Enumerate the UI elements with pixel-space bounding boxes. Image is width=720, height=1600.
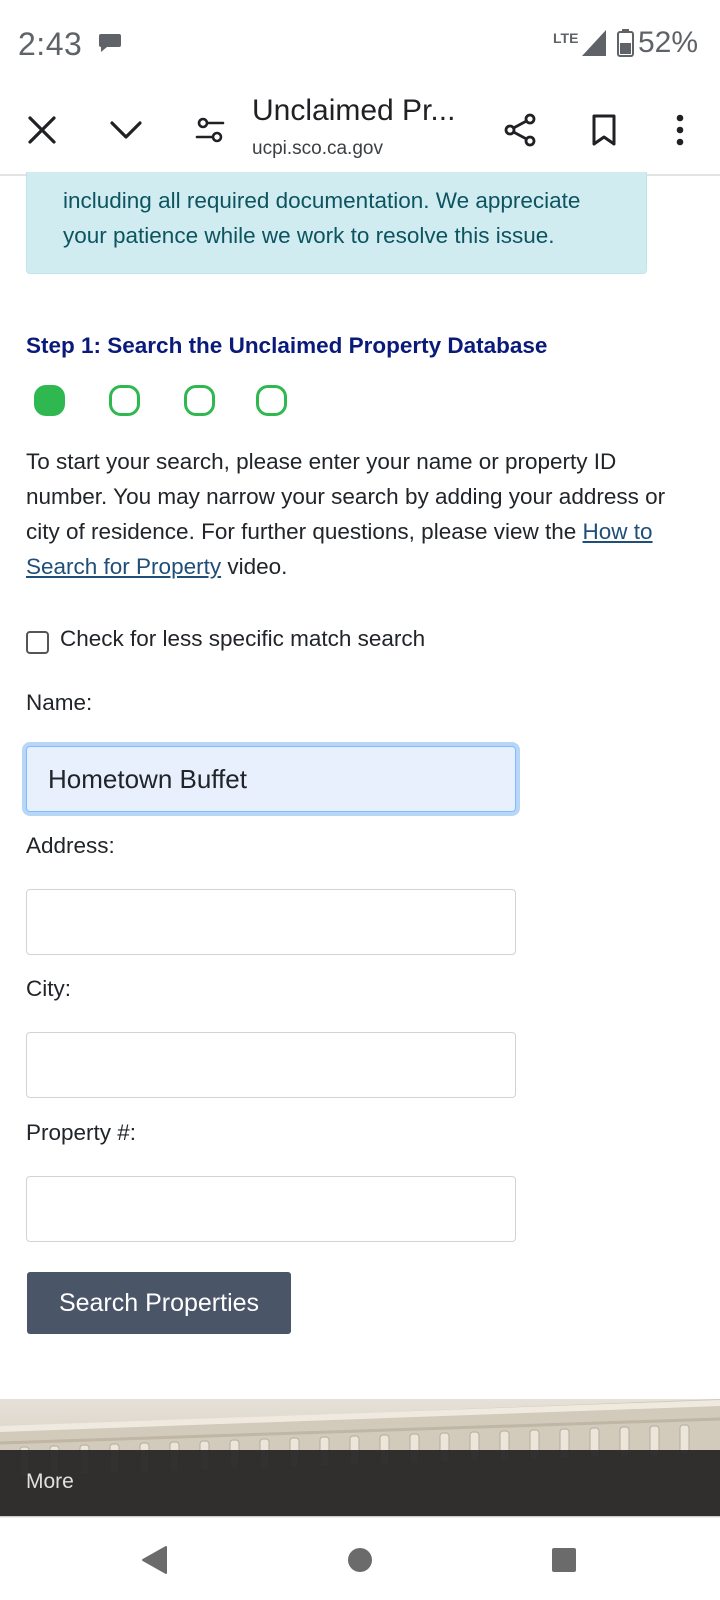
alert-line-1: including all required documentation. We…: [63, 188, 581, 213]
bookmark-icon: [592, 114, 616, 146]
navigation-bar: [0, 1517, 720, 1600]
signal-icon: [582, 30, 606, 56]
battery-icon: [617, 29, 634, 57]
address-input[interactable]: [26, 889, 516, 955]
more-bar[interactable]: More: [0, 1450, 720, 1516]
chevron-down-icon: [110, 121, 142, 139]
page-url: ucpi.sco.ca.gov: [252, 138, 383, 159]
home-button[interactable]: [338, 1538, 382, 1582]
bookmark-button[interactable]: [580, 106, 628, 154]
home-circle-icon: [348, 1548, 372, 1572]
notice-alert: including all required documentation. We…: [26, 172, 647, 274]
intro-text-before: To start your search, please enter your …: [26, 449, 666, 544]
back-triangle-icon: [142, 1546, 167, 1574]
city-label: City:: [26, 976, 71, 1001]
status-time: 2:43: [18, 26, 83, 62]
share-button[interactable]: [496, 106, 544, 154]
address-label: Address:: [26, 833, 115, 858]
property-input[interactable]: [26, 1176, 516, 1242]
name-label: Name:: [26, 690, 93, 715]
page-title: Unclaimed Pr...: [252, 94, 456, 127]
name-input[interactable]: [26, 746, 516, 812]
intro-text: To start your search, please enter your …: [26, 444, 676, 584]
message-notification-icon: [99, 34, 121, 52]
step-progress: [34, 385, 304, 417]
less-specific-label[interactable]: Check for less specific match search: [60, 626, 425, 652]
network-type: LTE: [553, 30, 579, 46]
more-label[interactable]: More: [26, 1470, 74, 1494]
share-icon: [504, 113, 536, 147]
step-title: Step 1: Search the Unclaimed Property Da…: [26, 333, 548, 358]
step-dot-2: [109, 385, 140, 416]
minimize-button[interactable]: [102, 106, 150, 154]
less-specific-checkbox[interactable]: [26, 631, 49, 654]
screen: 2:43 LTE 52% Unclaimed Pr... ucpi.sco.ca…: [0, 0, 720, 1600]
recents-square-icon: [552, 1548, 576, 1572]
more-vert-icon: [676, 114, 684, 146]
recents-button[interactable]: [542, 1538, 586, 1582]
site-settings-button[interactable]: [186, 106, 234, 154]
browser-toolbar: Unclaimed Pr... ucpi.sco.ca.gov: [0, 88, 720, 176]
alert-line-2: your patience while we work to resolve t…: [63, 223, 555, 248]
step-dot-4: [256, 385, 287, 416]
intro-text-after: video.: [221, 554, 288, 579]
more-options-button[interactable]: [656, 106, 704, 154]
status-bar: 2:43 LTE 52%: [0, 0, 720, 88]
search-properties-button[interactable]: Search Properties: [27, 1272, 291, 1334]
property-label: Property #:: [26, 1120, 137, 1145]
step-dot-1: [34, 385, 65, 416]
back-button[interactable]: [132, 1538, 176, 1582]
tune-icon: [195, 117, 225, 143]
close-tab-button[interactable]: [18, 106, 66, 154]
close-icon: [28, 116, 56, 144]
city-input[interactable]: [26, 1032, 516, 1098]
step-dot-3: [184, 385, 215, 416]
battery-percent: 52%: [638, 26, 699, 59]
